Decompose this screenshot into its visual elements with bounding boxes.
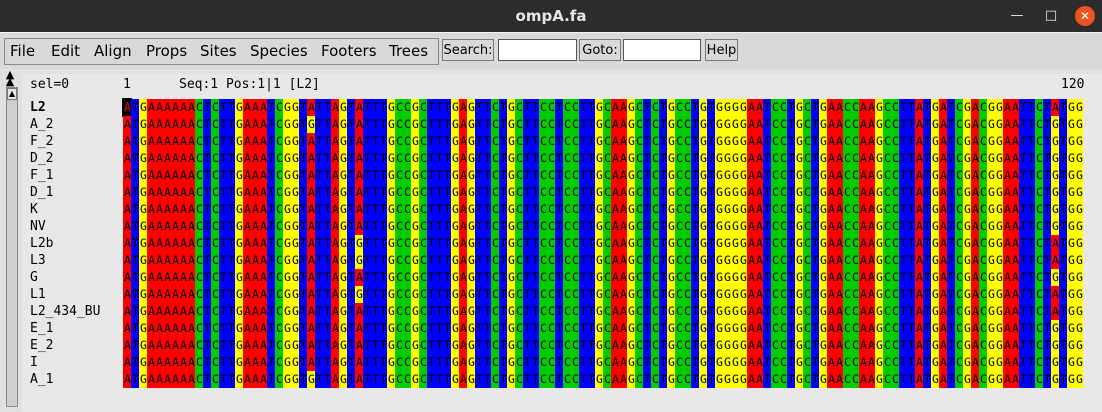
- sequence-row[interactable]: ATGAAAAAACTCTTGAAATCGGTATTAGTGTTTGCCGCTT…: [123, 252, 1083, 269]
- ruler-end: 120: [1061, 77, 1085, 92]
- sequence-row[interactable]: ATGAAAAAACTCTTGAAATCGGTATTAGTATTTGCCGCTT…: [122, 98, 1083, 117]
- goto-input[interactable]: [623, 39, 701, 61]
- sequence-row[interactable]: ATGAAAAAACTCTTGAAATCGGTGTTAGTATTTGCCGCTT…: [123, 116, 1083, 133]
- sequence-row[interactable]: ATGAAAAAACTCTTGAAATCGGTATTAGTATTTGCCGCTT…: [123, 303, 1083, 320]
- scroll-up-icon[interactable]: ▲: [7, 88, 17, 100]
- sequence-row[interactable]: ATGAAAAAACTCTTGAAATCGGTATTAGTGTTTGCCGCTT…: [123, 286, 1083, 303]
- sequence-name[interactable]: L1: [30, 286, 100, 303]
- sequence-name[interactable]: D_1: [30, 184, 100, 201]
- sequence-name[interactable]: NV: [30, 218, 100, 235]
- ruler-start: 1: [123, 77, 131, 92]
- menu-bar: File Edit Align Props Sites Species Foot…: [0, 32, 1102, 70]
- sequence-row[interactable]: ATGAAAAAACTCTTGAAATCGGTATTAGTATTTGCCGCTT…: [123, 354, 1083, 371]
- search-input[interactable]: [498, 39, 577, 61]
- sequence-name[interactable]: E_1: [30, 320, 100, 337]
- sequence-row[interactable]: ATGAAAAAACTCTTGAAATCGGTATTAGTATTTGCCGCTT…: [123, 269, 1083, 286]
- sequence-name[interactable]: L2b: [30, 235, 100, 252]
- goto-button[interactable]: Goto:: [579, 39, 621, 61]
- close-icon[interactable]: ✕: [1075, 6, 1095, 26]
- sequence-name[interactable]: L2: [30, 99, 100, 116]
- sequence-row[interactable]: ATGAAAAAACTCTTGAAATCGGTATTAGTGTTTGCCGCTT…: [123, 235, 1083, 252]
- search-button[interactable]: Search:: [442, 39, 494, 61]
- sequence-row[interactable]: ATGAAAAAACTCTTGAAATCGGTATTAGTATTTGCCGCTT…: [123, 150, 1083, 167]
- sequence-name[interactable]: F_2: [30, 133, 100, 150]
- menu-file[interactable]: File: [10, 42, 35, 60]
- alignment-panel: sel=0 1 Seq:1 Pos:1|1 [L2] 120 L2 A_2 F_2 D…: [22, 74, 1102, 412]
- help-button[interactable]: Help: [705, 39, 738, 61]
- sequence-name[interactable]: I: [30, 354, 100, 371]
- menu-footers[interactable]: Footers: [321, 42, 377, 60]
- sequence-row[interactable]: ATGAAAAAACTCTTGAAATCGGTATTAGTATTTGCCGCTT…: [123, 133, 1083, 150]
- sequence-name[interactable]: K: [30, 201, 100, 218]
- menu-trees[interactable]: Trees: [389, 42, 428, 60]
- sequence-row[interactable]: ATGAAAAAACTCTTGAAATCGGTATTAGTATTTGCCGCTT…: [123, 167, 1083, 184]
- sequence-row[interactable]: ATGAAAAAACTCTTGAAATCGGTATTAGTATTTGCCGCTT…: [123, 218, 1083, 235]
- sequence-row[interactable]: ATGAAAAAACTCTTGAAATCGGTATTAGTATTTGCCGCTT…: [123, 320, 1083, 337]
- sequence-name[interactable]: F_1: [30, 167, 100, 184]
- menu-group: File Edit Align Props Sites Species Foot…: [4, 38, 439, 65]
- menu-align[interactable]: Align: [94, 42, 132, 60]
- sequence-name[interactable]: D_2: [30, 150, 100, 167]
- window-title: ompA.fa: [515, 7, 587, 25]
- position-status: Seq:1 Pos:1|1 [L2]: [179, 77, 320, 92]
- minimize-icon[interactable]: —: [1007, 6, 1027, 26]
- title-bar: ompA.fa — □ ✕: [0, 0, 1102, 32]
- sequence-alignment[interactable]: ATGAAAAAACTCTTGAAATCGGTATTAGTATTTGCCGCTT…: [122, 98, 1083, 388]
- menu-edit[interactable]: Edit: [51, 42, 80, 60]
- maximize-icon[interactable]: □: [1041, 6, 1061, 26]
- alignment-area: ▲ ▲ ▲ sel=0 1 Seq:1 Pos:1|1 [L2] 120 L2 A…: [0, 69, 1102, 412]
- sequence-name[interactable]: L3: [30, 252, 100, 269]
- menu-sites[interactable]: Sites: [200, 42, 237, 60]
- sequence-name[interactable]: G: [30, 269, 100, 286]
- sequence-row[interactable]: ATGAAAAAACTCTTGAAATCGGTATTAGTATTTGCCGCTT…: [123, 184, 1083, 201]
- menu-props[interactable]: Props: [146, 42, 187, 60]
- sequence-name[interactable]: L2_434_BU: [30, 303, 100, 320]
- sequence-row[interactable]: ATGAAAAAACTCTTGAAATCGGTGTTAGTATTTGCCGCTT…: [123, 371, 1083, 388]
- sequence-name[interactable]: A_2: [30, 116, 100, 133]
- vertical-scrollbar[interactable]: ▲ ▲ ▲: [3, 69, 18, 412]
- selection-status: sel=0: [30, 77, 70, 92]
- sequence-name[interactable]: E_2: [30, 337, 100, 354]
- sequence-names: L2 A_2 F_2 D_2 F_1 D_1 K NV L2b L3 G L1 L2_434_BU E_1…: [30, 99, 100, 388]
- sequence-name[interactable]: A_1: [30, 371, 100, 388]
- menu-species[interactable]: Species: [250, 42, 308, 60]
- sequence-row[interactable]: ATGAAAAAACTCTTGAAATCGGTATTAGTATTTGCCGCTT…: [123, 337, 1083, 354]
- scroll-track[interactable]: ▲: [6, 87, 18, 407]
- sequence-row[interactable]: ATGAAAAAACTCTTGAAATCGGTATTAGTATTTGCCGCTT…: [123, 201, 1083, 218]
